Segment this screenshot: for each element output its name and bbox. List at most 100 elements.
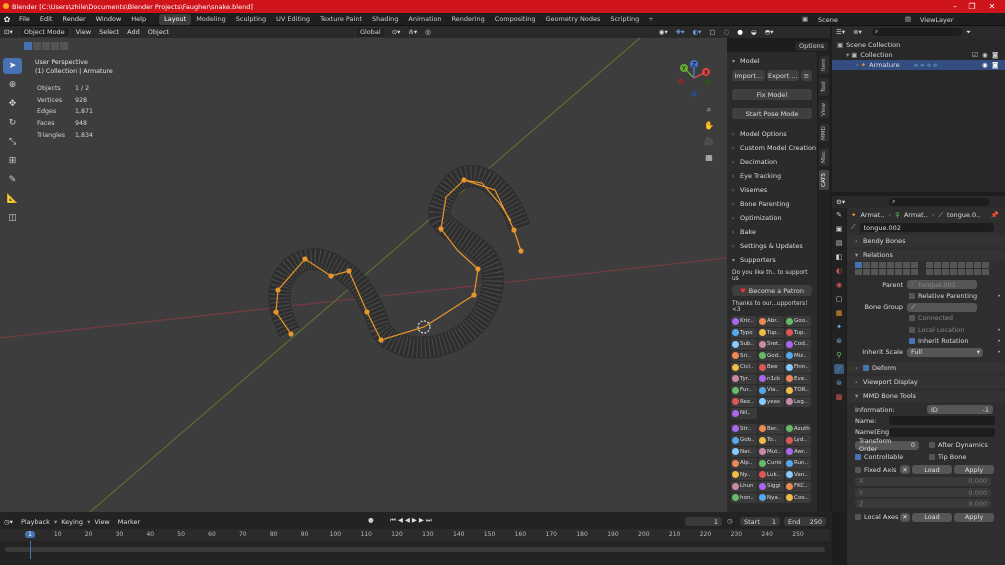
eye-icon[interactable]: ◉	[982, 61, 988, 69]
add-cube-tool-icon[interactable]: ◫	[3, 210, 22, 226]
section-eye-tracking[interactable]: › Eye Tracking	[727, 169, 817, 183]
supporter-item[interactable]: hon..	[731, 492, 757, 503]
section-bake[interactable]: › Bake	[727, 225, 817, 239]
supporter-item[interactable]: FKC..	[785, 481, 811, 492]
section-bone-parenting[interactable]: › Bone Parenting	[727, 197, 817, 211]
frame-ruler[interactable]: 1 10 20 30 40 50 60 70 80 90 100 110 120 130 140 150 160…	[0, 529, 830, 541]
section-custom-model[interactable]: › Custom Model Creation	[727, 141, 817, 155]
select-tool-icon[interactable]: ➤	[3, 58, 22, 74]
select-new-icon[interactable]	[24, 42, 32, 50]
name-input[interactable]	[889, 416, 995, 426]
playback-controls[interactable]: ⏮◀◀▶▶⏭	[390, 516, 434, 525]
end-frame-field[interactable]: End 250	[784, 517, 826, 526]
tab-geometry-nodes[interactable]: Geometry Nodes	[541, 14, 606, 25]
supporter-item[interactable]: Ber..	[758, 423, 784, 434]
overlay-icon[interactable]: ◐▾	[688, 26, 705, 38]
local-location-row[interactable]: Local Location •	[847, 324, 1005, 335]
data-props-icon[interactable]: ⚲	[834, 350, 844, 360]
output-props-icon[interactable]: ▤	[834, 238, 844, 248]
shading-material-icon[interactable]: ◒	[747, 26, 761, 38]
record-icon[interactable]: ●	[368, 516, 374, 524]
editor-type-icon[interactable]: ⊡▾	[0, 26, 17, 38]
outliner-scene-collection[interactable]: ▣ Scene Collection	[832, 40, 1005, 50]
fixed-axis-y-field[interactable]: Y 0.000	[855, 488, 991, 498]
supporter-item[interactable]: Miz..	[785, 350, 811, 361]
select-intersect-icon[interactable]	[60, 42, 68, 50]
supporter-item[interactable]: Curio	[758, 458, 784, 469]
supporter-item[interactable]: Leg..	[785, 396, 811, 407]
close-button[interactable]: ✕	[985, 1, 999, 12]
bone-constraint-icon[interactable]: ⊜	[834, 378, 844, 388]
supporter-item[interactable]: Rez..	[731, 396, 757, 407]
layers-grid-left[interactable]	[855, 262, 918, 276]
import-button[interactable]: Import...	[732, 70, 765, 81]
section-deform[interactable]: › Deform	[847, 361, 1005, 374]
connected-checkbox[interactable]	[909, 315, 915, 322]
supporter-item[interactable]: Siggi	[758, 481, 784, 492]
mode-selector[interactable]: Object Mode	[18, 26, 70, 38]
camera-view-icon[interactable]: 🎥	[702, 134, 716, 150]
menu-add[interactable]: Add	[123, 26, 144, 38]
display-mode-icon[interactable]: ⊚▾	[849, 26, 866, 38]
supporter-item[interactable]: yeas	[758, 396, 784, 407]
gizmo-toggle-icon[interactable]: ✥▾	[672, 26, 689, 38]
texture-props-icon[interactable]: ▩	[834, 392, 844, 402]
supporters-section-header[interactable]: ▾ Supporters	[727, 253, 817, 267]
tab-scripting[interactable]: Scripting	[605, 14, 644, 25]
supporter-item[interactable]: Fur..	[731, 385, 757, 396]
menu-object[interactable]: Object	[144, 26, 173, 38]
supporter-item[interactable]: Tyr..	[731, 373, 757, 384]
menu-view[interactable]: View	[72, 26, 95, 38]
annotate-tool-icon[interactable]: ✎	[3, 172, 22, 188]
grid-view-icon[interactable]: ▦	[702, 150, 716, 166]
local-axes-load-button[interactable]: Load	[912, 512, 952, 522]
supporter-item[interactable]: Via..	[758, 385, 784, 396]
select-subtract-icon[interactable]	[42, 42, 50, 50]
menu-icon[interactable]: ≡	[801, 70, 812, 81]
snap-icon[interactable]: ⋔▾	[404, 26, 421, 38]
bone-group-field[interactable]: ⟋	[907, 302, 977, 312]
view-layer-selector[interactable]: ViewLayer	[920, 16, 954, 24]
supporter-item[interactable]: Str..	[731, 423, 757, 434]
tab-modeling[interactable]: Modeling	[191, 14, 231, 25]
tab-cats[interactable]: CATS	[819, 170, 829, 190]
section-settings-updates[interactable]: › Settings & Updates	[727, 239, 817, 253]
bone-name-input[interactable]: tongue.002	[859, 223, 994, 233]
section-viewport-display[interactable]: › Viewport Display	[847, 376, 1005, 388]
constraints-props-icon[interactable]: ⊛	[834, 336, 844, 346]
supporter-item[interactable]: Luk..	[758, 469, 784, 480]
supporter-item[interactable]: Eve..	[785, 373, 811, 384]
relative-parenting-row[interactable]: Relative Parenting •	[847, 290, 1005, 301]
tab-texture-paint[interactable]: Texture Paint	[315, 14, 367, 25]
add-workspace-button[interactable]: +	[644, 15, 657, 23]
supporter-item[interactable]: Cod..	[785, 339, 811, 350]
supporter-item[interactable]: Van..	[785, 469, 811, 480]
layers-grid-right[interactable]	[926, 262, 989, 276]
3d-viewport[interactable]	[0, 38, 727, 512]
scene-props-icon[interactable]: ◐	[834, 266, 844, 276]
supporter-item[interactable]: Sret..	[758, 339, 784, 350]
patron-button[interactable]: ♥ Become a Patron	[732, 285, 812, 296]
transform-order-field[interactable]: Transform Order 0	[855, 437, 919, 453]
supporter-item[interactable]: Azuth	[785, 423, 811, 434]
tab-mmd[interactable]: MMD	[819, 124, 829, 142]
supporter-item[interactable]: Lyd..	[785, 435, 811, 446]
shading-render-icon[interactable]: ◓▾	[761, 26, 778, 38]
eye-icon[interactable]: ◉	[982, 51, 988, 59]
zoom-icon[interactable]: ⌕	[702, 102, 716, 118]
supporter-item[interactable]: Kric..	[731, 316, 757, 327]
move-tool-icon[interactable]: ✥	[3, 96, 22, 112]
inherit-rotation-row[interactable]: Inherit Rotation •	[847, 335, 1005, 346]
rotate-tool-icon[interactable]: ↻	[3, 115, 22, 131]
tip-bone-checkbox[interactable]	[929, 453, 935, 460]
view-layer-props-icon[interactable]: ◧	[834, 252, 844, 262]
menu-window[interactable]: Window	[91, 13, 127, 26]
supporter-item[interactable]: Nya..	[758, 492, 784, 503]
supporter-item[interactable]: n1ck	[758, 373, 784, 384]
section-visemes[interactable]: › Visemes	[727, 183, 817, 197]
fixed-axis-checkbox[interactable]	[855, 466, 861, 473]
shading-solid-icon[interactable]: ●	[733, 26, 747, 38]
scale-tool-icon[interactable]: ⤡	[3, 134, 22, 150]
supporter-item[interactable]: Bee	[758, 362, 784, 373]
supporter-item[interactable]: Goo..	[785, 316, 811, 327]
